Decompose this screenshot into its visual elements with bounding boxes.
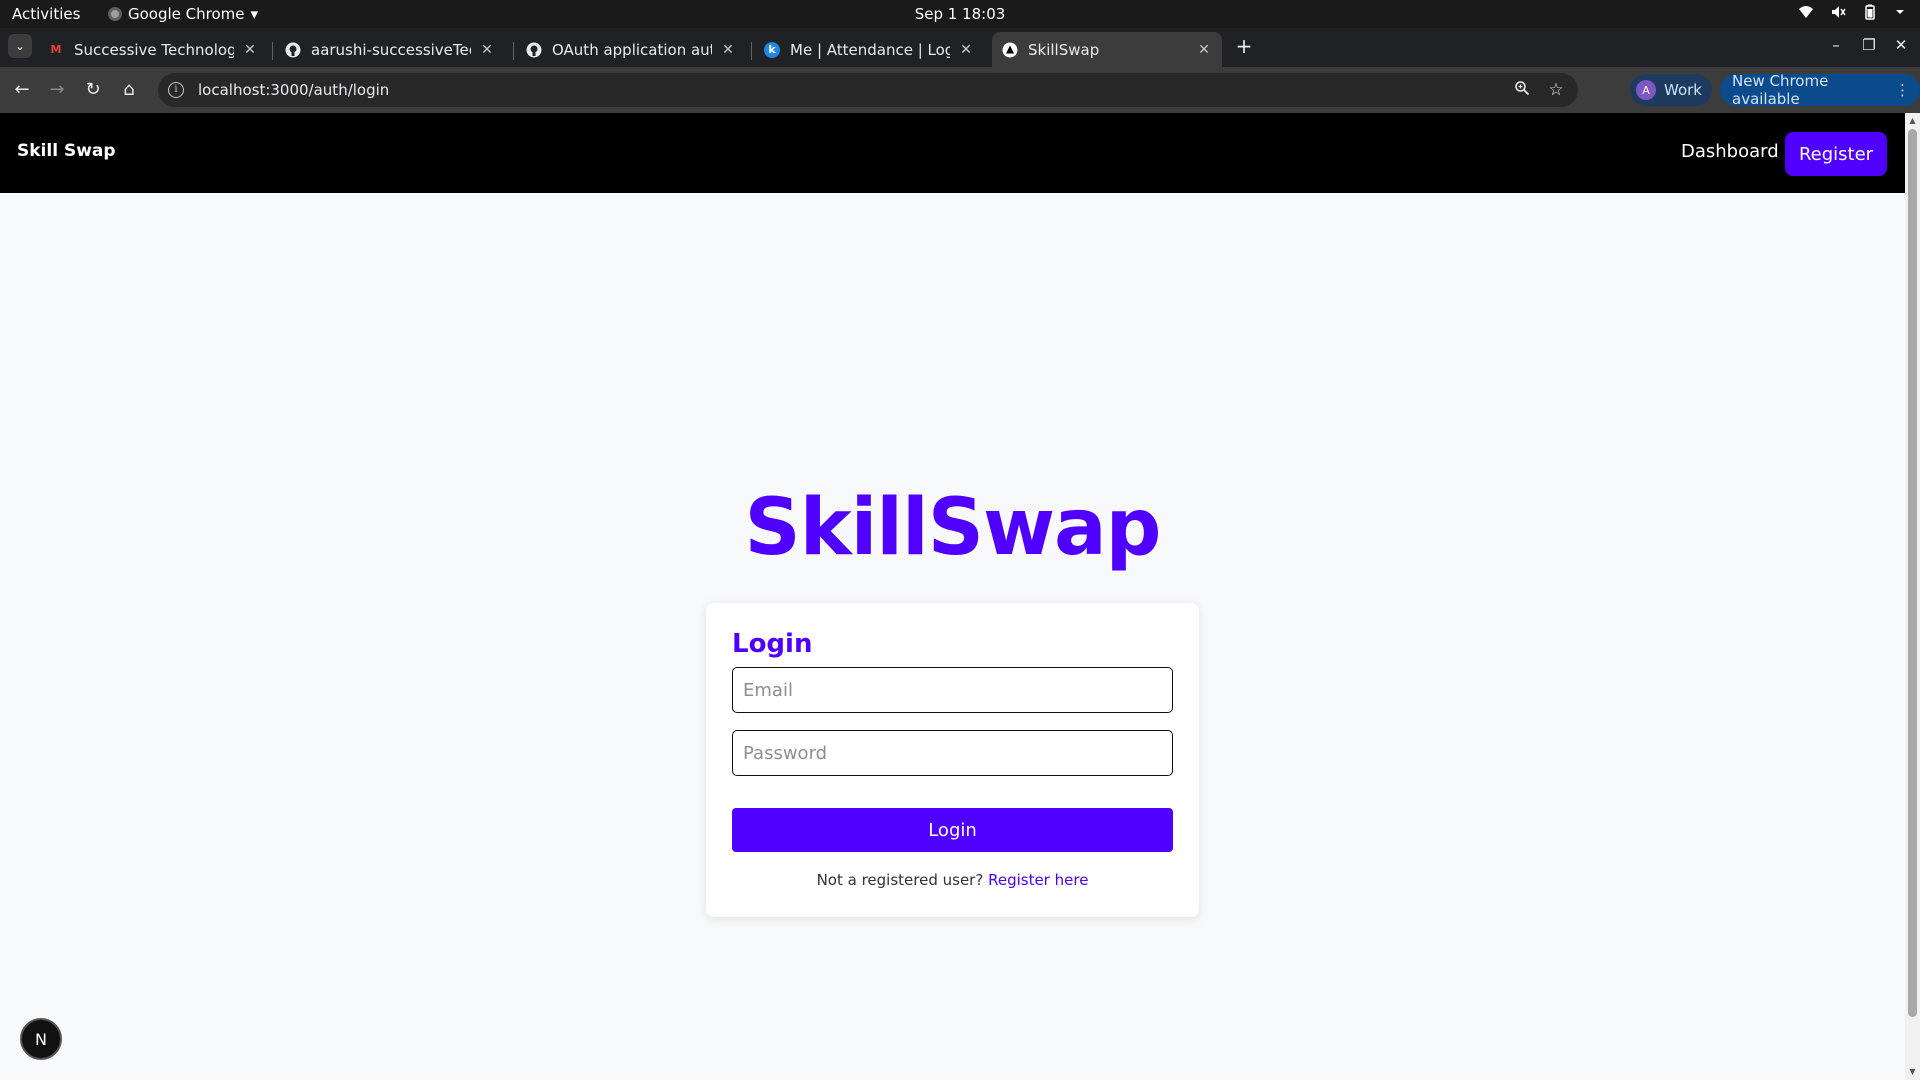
url-text[interactable]: localhost:3000/auth/login — [198, 81, 1510, 99]
battery-icon — [1865, 4, 1875, 20]
brand-logo[interactable]: Skill Swap — [17, 141, 116, 161]
close-icon[interactable]: ✕ — [242, 42, 258, 58]
reload-icon[interactable]: ↻ — [81, 78, 105, 102]
kebab-menu-icon[interactable]: ⋮ — [1895, 81, 1910, 99]
chrome-icon — [108, 7, 122, 21]
browser-toolbar: ← → ↻ ⌂ i localhost:3000/auth/login ☆ A … — [0, 67, 1920, 113]
back-icon[interactable]: ← — [10, 78, 34, 102]
new-tab-button[interactable]: + — [1232, 34, 1256, 58]
nextjs-dev-indicator-icon[interactable]: N — [20, 1018, 62, 1060]
register-prompt-text: Not a registered user? — [816, 871, 984, 889]
app-menu-label: Google Chrome — [128, 5, 245, 23]
close-icon[interactable]: ✕ — [479, 42, 495, 58]
restore-icon[interactable]: ❐ — [1859, 36, 1879, 54]
app-menu[interactable]: Google Chrome ▾ — [108, 5, 258, 23]
page-scrollbar[interactable]: ▲ ▼ — [1905, 113, 1920, 1080]
close-icon[interactable]: ✕ — [720, 42, 736, 58]
email-field[interactable] — [732, 667, 1173, 713]
page-content: Skill Swap Dashboard Register SkillSwap … — [0, 113, 1905, 1080]
profile-label: Work — [1664, 81, 1702, 99]
window-close-icon[interactable]: ✕ — [1891, 36, 1911, 54]
tab-strip: ⌄ M Successive Technologies ✕ aarushi-su… — [0, 28, 1920, 67]
tab-title: Successive Technologies — [74, 40, 234, 59]
address-bar[interactable]: i localhost:3000/auth/login ☆ — [158, 73, 1578, 107]
page-title: SkillSwap — [744, 483, 1162, 573]
app-navbar: Skill Swap Dashboard Register — [0, 113, 1905, 193]
tab-github-repo[interactable]: aarushi-successiveTech/s ✕ — [275, 32, 505, 67]
scroll-up-icon[interactable]: ▲ — [1905, 113, 1920, 129]
activities-button[interactable]: Activities — [12, 5, 80, 23]
login-card: Login Login Not a registered user? Regis… — [706, 603, 1199, 917]
nextjs-icon — [1002, 42, 1018, 58]
tab-title: SkillSwap — [1028, 40, 1100, 59]
system-top-bar: Activities Google Chrome ▾ Sep 1 18:03 — [0, 0, 1920, 28]
profile-button[interactable]: A Work — [1630, 74, 1712, 106]
tab-attendance[interactable]: k Me | Attendance | Logs ✕ — [754, 32, 984, 67]
tab-divider — [272, 42, 273, 60]
github-icon — [526, 42, 542, 58]
tab-title: OAuth application autho — [552, 40, 712, 59]
login-button[interactable]: Login — [732, 808, 1173, 852]
close-icon[interactable]: ✕ — [958, 42, 974, 58]
tab-title: Me | Attendance | Logs — [790, 40, 950, 59]
home-icon[interactable]: ⌂ — [117, 78, 141, 102]
system-status-area[interactable] — [1798, 4, 1906, 20]
clock[interactable]: Sep 1 18:03 — [0, 5, 1920, 23]
wifi-icon — [1799, 6, 1813, 18]
chevron-down-icon: ▾ — [250, 5, 259, 23]
login-heading: Login — [732, 629, 813, 659]
register-link[interactable]: Register here — [988, 871, 1088, 889]
update-label: New Chrome available — [1732, 72, 1829, 108]
scrollbar-thumb[interactable] — [1908, 129, 1917, 1017]
avatar: A — [1636, 80, 1656, 100]
scroll-down-icon[interactable]: ▼ — [1905, 1064, 1920, 1080]
nav-register-button[interactable]: Register — [1785, 132, 1887, 176]
zoom-icon[interactable] — [1510, 80, 1534, 100]
password-field[interactable] — [732, 730, 1173, 776]
tab-search-button[interactable]: ⌄ — [8, 34, 32, 58]
nav-dashboard-link[interactable]: Dashboard — [1681, 141, 1779, 162]
github-icon — [285, 42, 301, 58]
keka-icon: k — [764, 41, 780, 58]
tab-skillswap[interactable]: SkillSwap ✕ — [992, 32, 1222, 67]
bookmark-star-icon[interactable]: ☆ — [1544, 80, 1568, 100]
site-info-icon[interactable]: i — [168, 82, 184, 98]
system-menu-icon — [1896, 10, 1904, 14]
tab-divider — [751, 42, 752, 60]
chrome-update-button[interactable]: New Chrome available ⋮ — [1720, 72, 1920, 108]
tab-oauth[interactable]: OAuth application autho ✕ — [516, 32, 746, 67]
minimize-icon[interactable]: – — [1826, 36, 1846, 54]
gmail-icon: M — [50, 43, 62, 56]
close-icon[interactable]: ✕ — [1196, 42, 1212, 58]
volume-muted-icon — [1832, 6, 1846, 18]
tab-divider — [513, 42, 514, 60]
forward-icon[interactable]: → — [45, 78, 69, 102]
tab-title: aarushi-successiveTech/s — [311, 40, 471, 59]
register-prompt: Not a registered user? Register here — [706, 871, 1199, 889]
tab-successive[interactable]: M Successive Technologies ✕ — [38, 32, 268, 67]
